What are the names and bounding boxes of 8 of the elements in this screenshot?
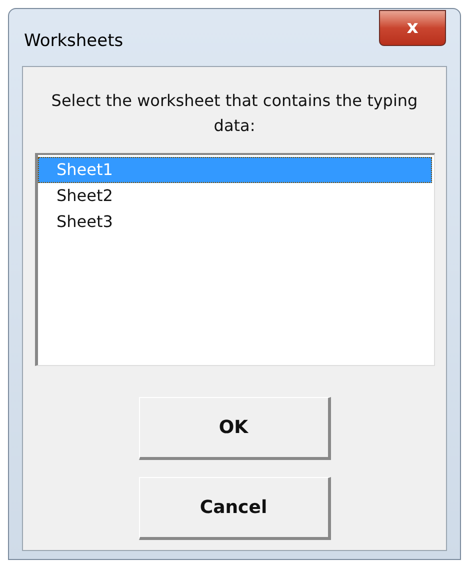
window-title: Worksheets bbox=[24, 30, 124, 53]
cancel-button[interactable]: Cancel bbox=[138, 477, 330, 540]
prompt-text: Select the worksheet that contains the typing data: bbox=[50, 90, 419, 137]
close-button[interactable]: x bbox=[379, 10, 446, 46]
sheet-list[interactable]: Sheet1 Sheet2 Sheet3 bbox=[34, 153, 434, 366]
ok-button[interactable]: OK bbox=[138, 397, 330, 460]
list-item[interactable]: Sheet2 bbox=[38, 183, 432, 209]
list-item[interactable]: Sheet3 bbox=[38, 209, 432, 235]
